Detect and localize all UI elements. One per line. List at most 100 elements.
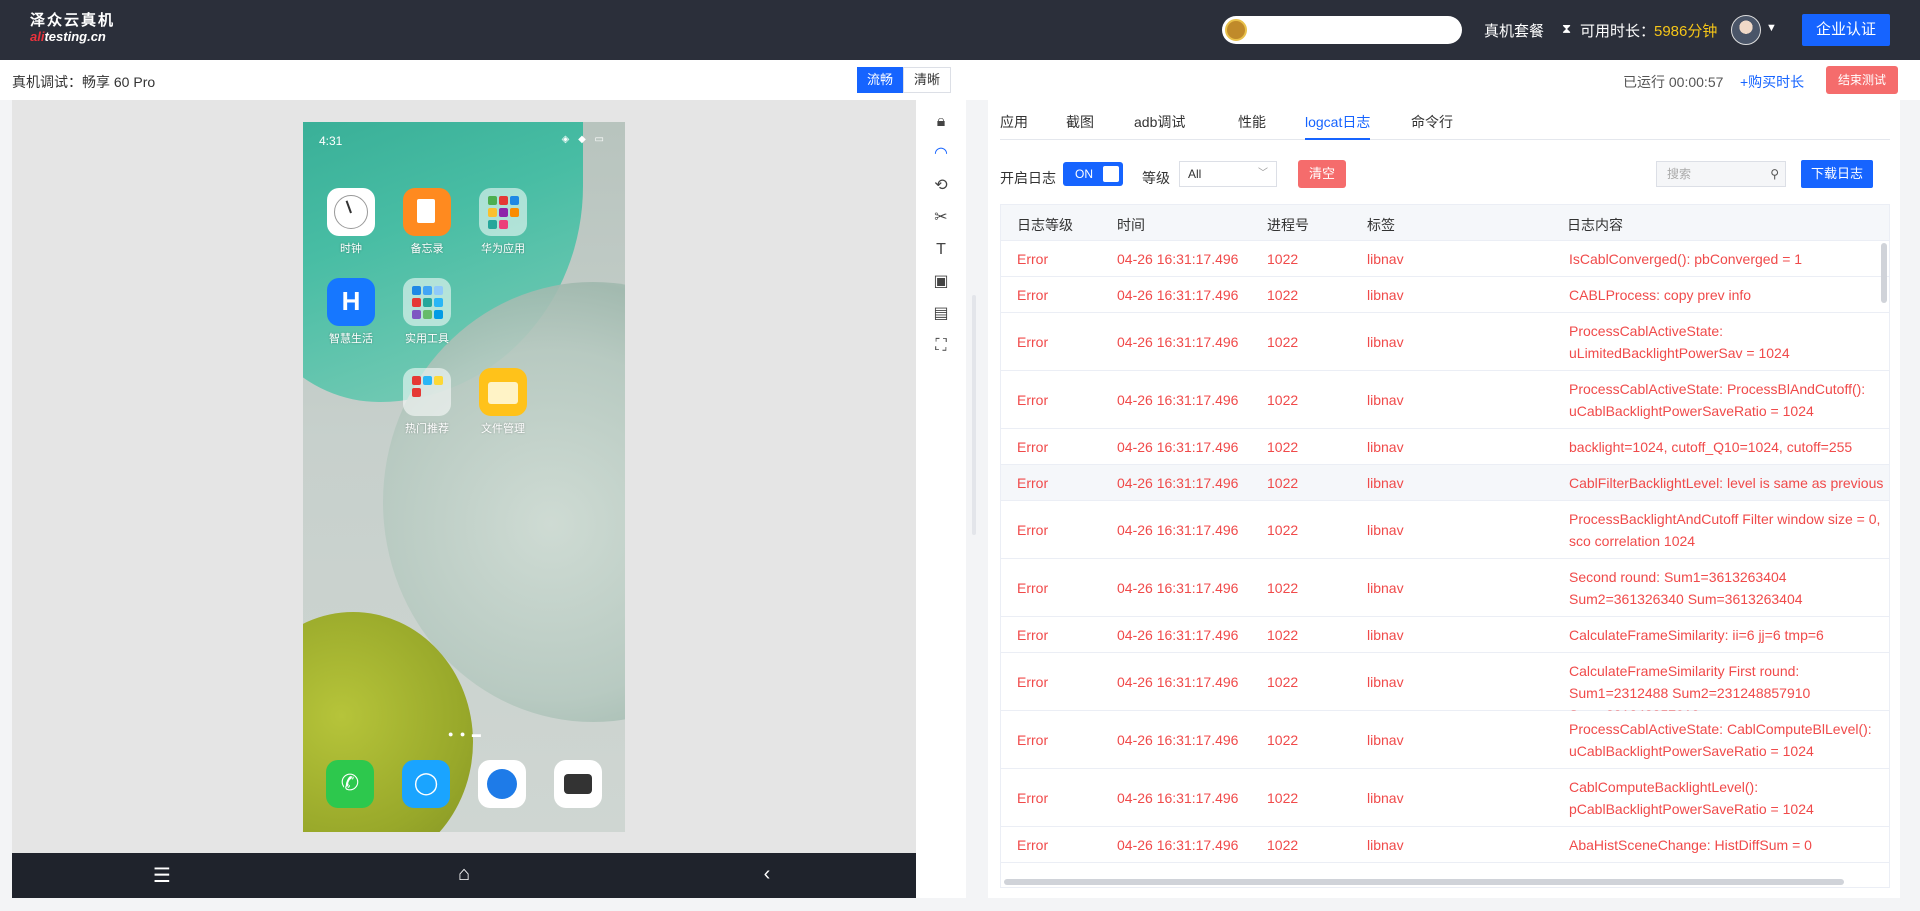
image-upload-icon[interactable]: ▣ [929,270,953,294]
browser-icon[interactable] [478,760,526,808]
caret-down-icon[interactable]: ▼ [1766,22,1777,34]
lock-icon[interactable]: 🔒︎ [929,110,953,134]
table-row[interactable]: Error 04-26 16:31:17.496 1022 libnav Process… [1001,501,1889,559]
cell-pid: 1022 [1267,790,1299,806]
table-row[interactable]: Error 04-26 16:31:17.496 1022 libnav CABLPro… [1001,277,1889,313]
table-row[interactable]: Error 04-26 16:31:17.496 1022 libnav CablCom… [1001,769,1889,827]
app-smart-life[interactable]: 智慧生活 [321,278,381,346]
tab-performance[interactable]: 性能 [1238,112,1266,140]
search-icon[interactable]: ⚲ [1770,162,1779,186]
cell-time: 04-26 16:31:17.496 [1117,732,1239,748]
table-row[interactable]: Error 04-26 16:31:17.496 1022 libnav IsCablC… [1001,241,1889,277]
table-row[interactable]: Error 04-26 16:31:17.496 1022 libnav AbaHist… [1001,827,1889,863]
app-label: 热门推荐 [405,423,449,435]
col-pid: 进程号 [1267,217,1309,233]
log-table: 日志等级 时间 进程号 标签 日志内容 Error 04-26 16:31:17.… [1000,204,1890,888]
fullscreen-icon[interactable]: ⛶ [929,334,953,358]
enterprise-auth-button[interactable]: 企业认证 [1802,14,1890,46]
cell-level: Error [1017,251,1049,267]
app-memo[interactable]: 备忘录 [397,188,457,256]
table-row[interactable]: Error 04-26 16:31:17.496 1022 libnav Process… [1001,711,1889,769]
cell-message: ProcessCablActiveState: CablComputeBlLev… [1569,721,1872,759]
tab-screenshot[interactable]: 截图 [1066,112,1094,140]
rotate-icon[interactable]: ⟲ [929,174,953,198]
phone-app-icon[interactable]: ✆ [326,760,374,808]
cell-pid: 1022 [1267,439,1299,455]
quality-clear-button[interactable]: 清晰 [903,67,951,93]
cell-level: Error [1017,287,1049,303]
col-message: 日志内容 [1567,217,1623,233]
brand-domain-prefix: ali [30,29,45,44]
app-folder-tools[interactable]: 实用工具 [397,278,457,346]
log-search-input[interactable]: 搜索 ⚲ [1656,161,1786,187]
table-row[interactable]: Error 04-26 16:31:17.496 1022 libnav backlig… [1001,429,1889,465]
cell-level: Error [1017,334,1049,350]
file-manager-icon [479,368,527,416]
horizontal-scrollbar[interactable] [1004,879,1844,885]
buy-time-link[interactable]: +购买时长 [1740,72,1804,92]
brand-name: 泽众云真机 [30,12,116,29]
app-folder-huawei[interactable]: 华为应用 [473,188,533,256]
col-time: 时间 [1117,217,1145,233]
wifi-icon[interactable]: ◠ [929,142,953,166]
tab-adb[interactable]: adb调试 [1134,112,1185,140]
package-link[interactable]: 真机套餐 [1484,20,1544,41]
cell-message: ProcessBacklightAndCutoff Filter window … [1569,511,1881,549]
brand-logo[interactable]: 泽众云真机 alitesting.cn [30,13,115,45]
app-label: 备忘录 [410,243,444,255]
table-row[interactable]: Error 04-26 16:31:17.496 1022 libnav Calcula… [1001,617,1889,653]
level-select[interactable]: All ﹀ [1179,161,1277,187]
image-download-icon[interactable]: ▤ [929,302,953,326]
vertical-scrollbar[interactable] [1881,243,1887,303]
app-file-manager[interactable]: 文件管理 [473,368,533,436]
table-row[interactable]: Error 04-26 16:31:17.496 1022 libnav Process… [1001,313,1889,371]
quality-smooth-button[interactable]: 流畅 [857,67,903,93]
messages-icon[interactable]: ◯ [402,760,450,808]
table-row[interactable]: Error 04-26 16:31:17.496 1022 libnav Process… [1001,371,1889,429]
cell-message: CablFilterBacklightLevel: level is same … [1569,475,1884,491]
table-row[interactable]: Error 04-26 16:31:17.496 1022 libnav CablFil… [1001,465,1889,501]
phone-screen[interactable]: 4:31 ◈ ◆ ▭ 时钟 备忘录 华为应用 智慧生活 [303,122,625,832]
available-time-value: 5986分钟 [1654,23,1718,40]
app-clock[interactable]: 时钟 [321,188,381,256]
cell-pid: 1022 [1267,251,1299,267]
cell-level: Error [1017,439,1049,455]
cell-tag: libnav [1367,334,1404,350]
user-avatar[interactable] [1731,15,1761,45]
status-time: 4:31 [319,134,343,148]
back-icon[interactable]: ‹ [752,863,782,886]
tab-logcat[interactable]: logcat日志 [1305,112,1371,140]
cell-pid: 1022 [1267,287,1299,303]
tab-apps[interactable]: 应用 [1000,112,1028,140]
debug-panel: 应用 截图 adb调试 性能 logcat日志 命令行 开启日志 ON 等级 A… [988,100,1900,898]
cell-level: Error [1017,837,1049,853]
log-table-header: 日志等级 时间 进程号 标签 日志内容 [1001,205,1889,241]
text-input-icon[interactable]: T [929,238,953,262]
cell-level: Error [1017,790,1049,806]
cell-time: 04-26 16:31:17.496 [1117,674,1239,690]
cell-time: 04-26 16:31:17.496 [1117,251,1239,267]
cell-level: Error [1017,674,1049,690]
clock-icon [327,188,375,236]
scissors-icon[interactable]: ✂ [929,206,953,230]
table-row[interactable]: Error 04-26 16:31:17.496 1022 libnav Calcula… [1001,653,1889,723]
end-test-button[interactable]: 结束测试 [1826,66,1898,94]
hourglass-icon: ⧗ [1562,21,1572,36]
download-log-button[interactable]: 下载日志 [1801,160,1873,188]
app-folder-recommend[interactable]: 热门推荐 [397,368,457,436]
clear-log-button[interactable]: 清空 [1298,160,1346,188]
menu-icon[interactable]: ☰ [147,863,177,888]
cell-tag: libnav [1367,251,1404,267]
toggle-text: ON [1075,167,1093,181]
smart-life-icon [327,278,375,326]
log-toggle[interactable]: ON [1063,162,1123,186]
cell-level: Error [1017,580,1049,596]
cell-level: Error [1017,522,1049,538]
panel-splitter[interactable] [972,295,976,535]
camera-icon[interactable] [554,760,602,808]
top-search-pill[interactable] [1222,16,1462,44]
home-icon[interactable]: ⌂ [449,863,479,886]
table-row[interactable]: Error 04-26 16:31:17.496 1022 libnav Second … [1001,559,1889,617]
tab-command-line[interactable]: 命令行 [1411,112,1453,140]
cell-tag: libnav [1367,287,1404,303]
